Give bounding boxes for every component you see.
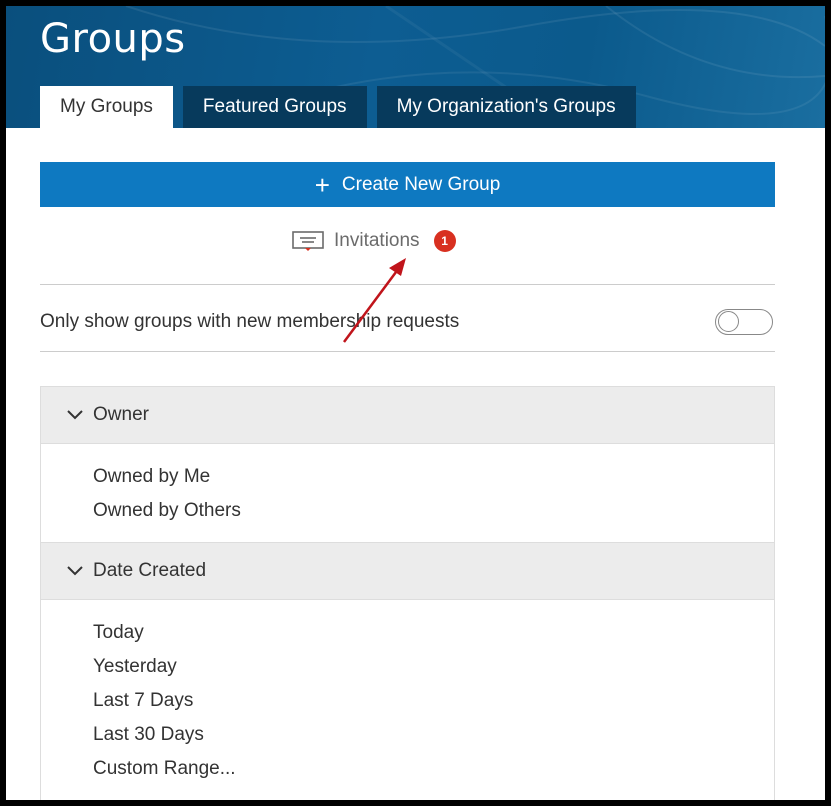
invitation-icon — [290, 230, 326, 252]
invitations-label: Invitations — [334, 230, 420, 251]
filter-custom-range[interactable]: Custom Range... — [93, 752, 774, 786]
tab-organization-groups[interactable]: My Organization's Groups — [376, 86, 636, 128]
tab-my-groups[interactable]: My Groups — [40, 86, 173, 128]
filter-section-label: Owner — [93, 404, 149, 425]
create-new-group-button[interactable]: + Create New Group — [40, 162, 775, 207]
membership-requests-label: Only show groups with new membership req… — [40, 311, 460, 332]
filter-yesterday[interactable]: Yesterday — [93, 650, 774, 684]
filter-last-7-days[interactable]: Last 7 Days — [93, 684, 774, 718]
page-title: Groups — [40, 16, 186, 62]
tab-featured-groups[interactable]: Featured Groups — [182, 86, 367, 128]
plus-icon: + — [314, 169, 330, 200]
chevron-down-icon — [67, 566, 83, 576]
groups-banner: Groups My Groups Featured Groups My Orga… — [6, 6, 825, 128]
filter-owned-by-others[interactable]: Owned by Others — [93, 494, 774, 528]
membership-requests-filter: Only show groups with new membership req… — [40, 306, 775, 338]
filter-today[interactable]: Today — [93, 616, 774, 650]
invitations-count-badge: 1 — [433, 230, 456, 252]
toggle-knob — [718, 311, 739, 332]
filter-options-date-created: Today Yesterday Last 7 Days Last 30 Days… — [41, 600, 774, 800]
filter-section-date-created[interactable]: Date Created — [41, 542, 774, 600]
app-frame: Groups My Groups Featured Groups My Orga… — [6, 6, 825, 800]
filter-options-owner: Owned by Me Owned by Others — [41, 444, 774, 542]
create-new-group-label: Create New Group — [341, 173, 501, 195]
divider — [40, 351, 775, 352]
group-tabs: My Groups Featured Groups My Organizatio… — [40, 86, 646, 128]
filter-last-30-days[interactable]: Last 30 Days — [93, 718, 774, 752]
filter-section-owner[interactable]: Owner — [41, 387, 774, 444]
invitations-link[interactable]: Invitations 1 — [290, 226, 456, 256]
divider — [40, 284, 775, 285]
filter-panel: Owner Owned by Me Owned by Others Date C… — [40, 386, 775, 800]
filter-section-label: Date Created — [93, 560, 207, 581]
membership-requests-toggle[interactable] — [715, 309, 773, 335]
chevron-down-icon — [67, 410, 83, 420]
filter-owned-by-me[interactable]: Owned by Me — [93, 460, 774, 494]
